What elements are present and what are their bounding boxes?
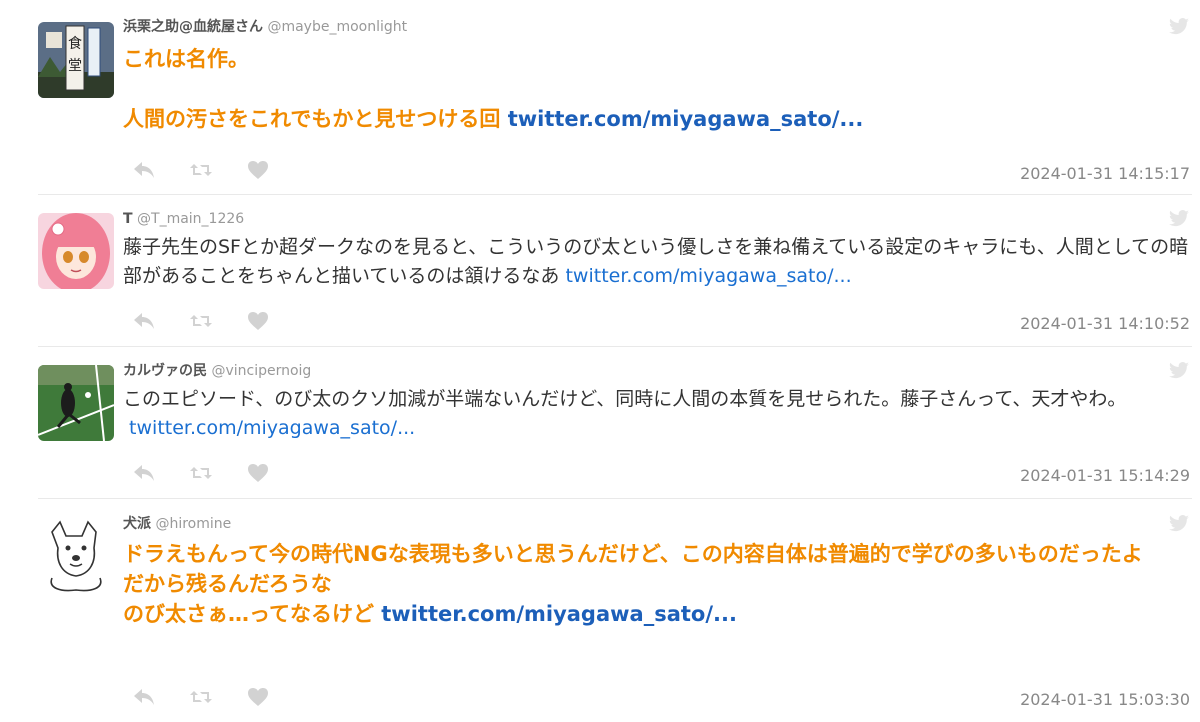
text-fragment: このエピソード、のび太のクソ加減が半端ないんだけど、同時に人間の本質を見せられた… — [123, 388, 1127, 410]
like-icon[interactable] — [247, 160, 269, 180]
author-handle[interactable]: @hiromine — [155, 516, 231, 532]
twitter-bird-icon[interactable] — [1168, 18, 1190, 40]
author-name[interactable]: T — [123, 211, 133, 227]
like-icon[interactable] — [247, 311, 269, 331]
avatar[interactable] — [38, 518, 114, 594]
tweet-text: ドラえもんって今の時代NGな表現も多いと思うんだけど、この内容自体は普遍的で学び… — [123, 539, 1192, 629]
text-line: のび太さぁ…ってなるけど twitter.com/miyagawa_sato/.… — [123, 599, 1192, 629]
tweet: T @T_main_1226 藤子先生のSFとか超ダークなのを見ると、こういうの… — [38, 210, 1192, 347]
tweet-link[interactable]: twitter.com/miyagawa_sato/... — [381, 602, 737, 626]
tweet-link[interactable]: twitter.com/miyagawa_sato/... — [508, 107, 864, 131]
text-fragment: のび太さぁ…ってなるけど — [123, 602, 374, 626]
tweet-link[interactable]: twitter.com/miyagawa_sato/... — [565, 265, 851, 287]
tweet-actions — [133, 160, 269, 180]
author-handle[interactable]: @T_main_1226 — [137, 211, 244, 227]
tweet-link[interactable]: twitter.com/miyagawa_sato/... — [129, 417, 415, 439]
svg-text:堂: 堂 — [68, 58, 82, 74]
tweet-text: このエピソード、のび太のクソ加減が半端ないんだけど、同時に人間の本質を見せられた… — [123, 385, 1192, 443]
text-fragment: 人間の汚さをこれでもかと見せつける回 — [123, 107, 501, 131]
tweet-text: これは名作。 人間の汚さをこれでもかと見せつける回 twitter.com/mi… — [123, 44, 1192, 134]
retweet-icon[interactable] — [189, 161, 213, 179]
author-handle[interactable]: @vincipernoig — [211, 363, 311, 379]
like-icon[interactable] — [247, 463, 269, 483]
text-line: ドラえもんって今の時代NGな表現も多いと思うんだけど、この内容自体は普遍的で学び… — [123, 542, 1143, 566]
timestamp[interactable]: 2024-01-31 15:14:29 — [1020, 466, 1190, 485]
tweet-actions — [133, 463, 269, 483]
author-line: T @T_main_1226 — [123, 210, 1192, 228]
tweet: カルヴァの民 @vincipernoig このエピソード、のび太のクソ加減が半端… — [38, 362, 1192, 499]
twitter-bird-icon[interactable] — [1168, 362, 1190, 384]
author-line: 犬派 @hiromine — [123, 515, 1192, 533]
reply-icon[interactable] — [133, 312, 155, 330]
text-line: だから残るんだろうな — [123, 572, 332, 596]
text-line — [123, 74, 1192, 104]
avatar[interactable]: 食 堂 — [38, 22, 114, 98]
avatar[interactable] — [38, 365, 114, 441]
tweet-content: 浜栗之助@血統屋さん @maybe_moonlight これは名作。 人間の汚さ… — [123, 18, 1192, 134]
timestamp[interactable]: 2024-01-31 14:15:17 — [1020, 164, 1190, 183]
text-line: 人間の汚さをこれでもかと見せつける回 twitter.com/miyagawa_… — [123, 104, 1192, 134]
author-line: 浜栗之助@血統屋さん @maybe_moonlight — [123, 18, 1192, 36]
retweet-icon[interactable] — [189, 688, 213, 706]
twitter-bird-icon[interactable] — [1168, 210, 1190, 232]
author-name[interactable]: カルヴァの民 — [123, 363, 207, 379]
timestamp[interactable]: 2024-01-31 15:03:30 — [1020, 690, 1190, 709]
avatar[interactable] — [38, 213, 114, 289]
tweet-content: カルヴァの民 @vincipernoig このエピソード、のび太のクソ加減が半端… — [123, 362, 1192, 443]
author-name[interactable]: 浜栗之助@血統屋さん — [123, 19, 263, 35]
twitter-bird-icon[interactable] — [1168, 515, 1190, 537]
timestamp[interactable]: 2024-01-31 14:10:52 — [1020, 314, 1190, 333]
divider — [38, 194, 1192, 195]
retweet-icon[interactable] — [189, 464, 213, 482]
reply-icon[interactable] — [133, 688, 155, 706]
tweet: 食 堂 浜栗之助@血統屋さん @maybe_moonlight これは名作。 人… — [38, 18, 1192, 195]
like-icon[interactable] — [247, 687, 269, 707]
tweet-actions — [133, 311, 269, 331]
tweet: 犬派 @hiromine ドラえもんって今の時代NGな表現も多いと思うんだけど、… — [38, 515, 1192, 722]
tweet-actions — [133, 687, 269, 707]
tweet-content: 犬派 @hiromine ドラえもんって今の時代NGな表現も多いと思うんだけど、… — [123, 515, 1192, 629]
text-line: これは名作。 — [123, 47, 249, 71]
reply-icon[interactable] — [133, 464, 155, 482]
divider — [38, 346, 1192, 347]
author-handle[interactable]: @maybe_moonlight — [267, 19, 407, 35]
tweet-content: T @T_main_1226 藤子先生のSFとか超ダークなのを見ると、こういうの… — [123, 210, 1192, 291]
divider — [38, 498, 1192, 499]
reply-icon[interactable] — [133, 161, 155, 179]
tweet-text: 藤子先生のSFとか超ダークなのを見ると、こういうのび太という優しさを兼ね備えてい… — [123, 233, 1192, 291]
author-name[interactable]: 犬派 — [123, 516, 151, 532]
svg-text:食: 食 — [68, 35, 82, 52]
retweet-icon[interactable] — [189, 312, 213, 330]
author-line: カルヴァの民 @vincipernoig — [123, 362, 1192, 380]
